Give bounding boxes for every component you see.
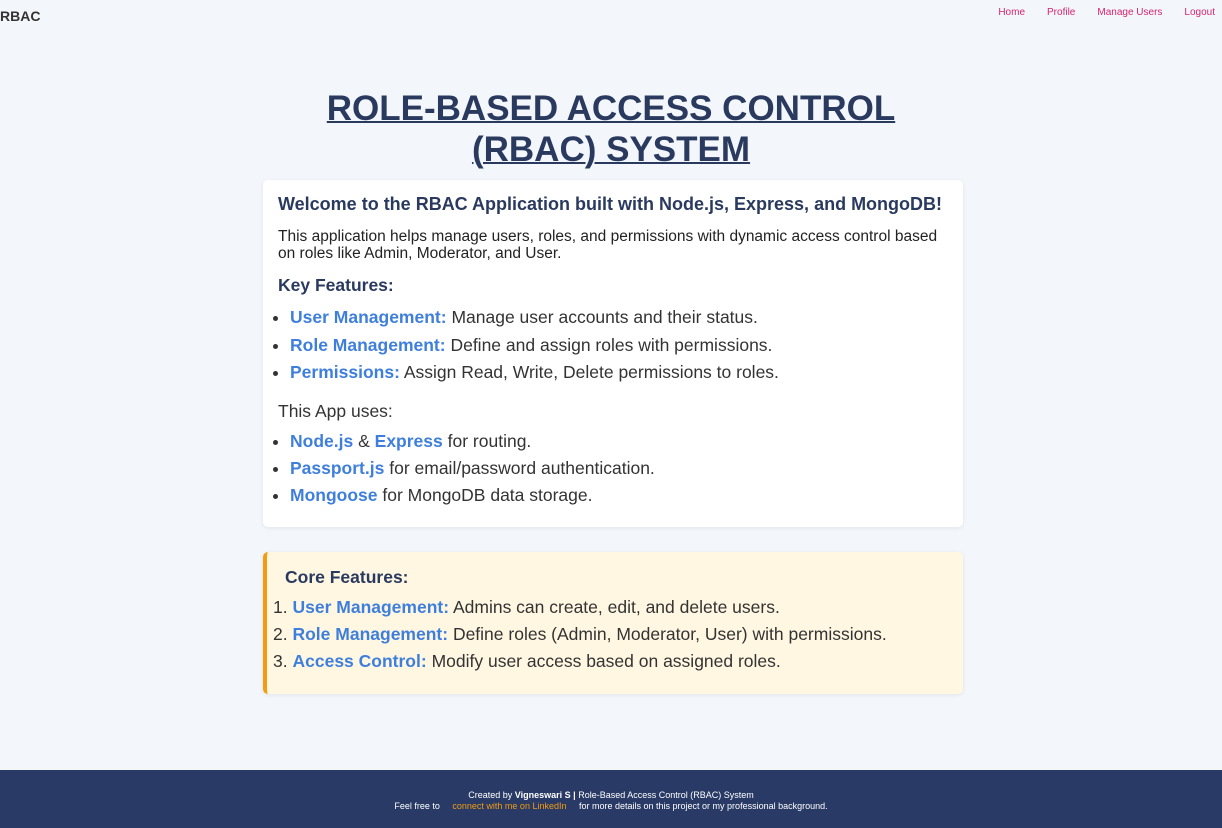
footer-author: Vigneswari S bbox=[514, 790, 571, 800]
core-label: Access Control: bbox=[292, 651, 427, 671]
footer-rest: for more details on this project or my p… bbox=[579, 801, 828, 811]
feature-label: Permissions: bbox=[290, 362, 400, 382]
list-item: 1. User Management: Admins can create, e… bbox=[273, 594, 948, 621]
footer: Created by Vigneswari S | Role-Based Acc… bbox=[0, 770, 1222, 828]
item-number: 1. bbox=[273, 597, 288, 617]
feature-text: Manage user accounts and their status. bbox=[451, 307, 758, 327]
footer-separator: | bbox=[573, 790, 576, 800]
tech-label: Mongoose bbox=[290, 484, 378, 505]
tech-text: for email/password authentication. bbox=[389, 457, 655, 478]
core-label: User Management: bbox=[292, 597, 450, 617]
list-item: Node.js & Express for routing. bbox=[290, 428, 948, 455]
feature-text: Define and assign roles with permissions… bbox=[450, 334, 773, 355]
item-number: 3. bbox=[273, 651, 288, 671]
page-title: ROLE-BASED ACCESS CONTROL (RBAC) SYSTEM bbox=[326, 89, 896, 169]
key-features-heading: Key Features: bbox=[278, 275, 394, 295]
core-features-card: Core Features: 1. User Management: Admin… bbox=[263, 552, 963, 694]
tech-label: Express bbox=[374, 430, 443, 451]
tech-label: Passport.js bbox=[290, 457, 385, 478]
tech-text: for MongoDB data storage. bbox=[382, 484, 593, 505]
core-features-list: 1. User Management: Admins can create, e… bbox=[273, 594, 948, 675]
brand-logo[interactable]: RBAC bbox=[0, 8, 40, 24]
footer-created-by: Created by bbox=[468, 790, 513, 800]
list-item: Mongoose for MongoDB data storage. bbox=[290, 482, 948, 509]
list-item: Permissions: Assign Read, Write, Delete … bbox=[290, 359, 948, 387]
core-text: Define roles (Admin, Moderator, User) wi… bbox=[452, 624, 887, 644]
nav-links: Home Profile Manage Users Logout bbox=[976, 7, 1215, 18]
list-item: User Management: Manage user accounts an… bbox=[290, 304, 948, 332]
list-item: Role Management: Define and assign roles… bbox=[290, 332, 948, 360]
list-item: 3. Access Control: Modify user access ba… bbox=[273, 648, 948, 675]
list-item: 2. Role Management: Define roles (Admin,… bbox=[273, 621, 948, 648]
footer-credit: Created by Vigneswari S | Role-Based Acc… bbox=[0, 790, 1222, 801]
nav-link-logout[interactable]: Logout bbox=[1184, 7, 1215, 18]
nav-link-manage-users[interactable]: Manage Users bbox=[1097, 7, 1162, 18]
uses-heading: This App uses: bbox=[278, 400, 393, 421]
feature-label: User Management: bbox=[290, 307, 447, 327]
list-item: Passport.js for email/password authentic… bbox=[290, 455, 948, 482]
intro-card: Welcome to the RBAC Application built wi… bbox=[263, 180, 963, 527]
footer-feel-free: Feel free to bbox=[394, 801, 440, 811]
uses-list: Node.js & Express for routing. Passport.… bbox=[278, 428, 948, 509]
page-title-container: ROLE-BASED ACCESS CONTROL (RBAC) SYSTEM bbox=[0, 88, 1222, 170]
nav-link-home[interactable]: Home bbox=[998, 7, 1025, 18]
core-label: Role Management: bbox=[292, 624, 449, 644]
footer-contact: Feel free to connect with me on LinkedIn… bbox=[0, 801, 1222, 812]
key-features-list: User Management: Manage user accounts an… bbox=[278, 304, 948, 387]
intro-description: This application helps manage users, rol… bbox=[278, 228, 938, 262]
footer-system: Role-Based Access Control (RBAC) System bbox=[578, 790, 754, 800]
navbar: RBAC Home Profile Manage Users Logout bbox=[0, 0, 1222, 30]
tech-text: for routing. bbox=[447, 430, 532, 451]
nav-link-profile[interactable]: Profile bbox=[1047, 7, 1075, 18]
core-features-heading: Core Features: bbox=[285, 567, 409, 587]
core-text: Admins can create, edit, and delete user… bbox=[452, 597, 780, 617]
intro-heading: Welcome to the RBAC Application built wi… bbox=[278, 194, 943, 214]
feature-text: Assign Read, Write, Delete permissions t… bbox=[403, 362, 779, 382]
tech-separator: & bbox=[358, 430, 370, 451]
core-text: Modify user access based on assigned rol… bbox=[431, 651, 781, 671]
linkedin-link[interactable]: connect with me on LinkedIn bbox=[452, 801, 566, 811]
tech-label: Node.js bbox=[290, 430, 354, 451]
feature-label: Role Management: bbox=[290, 334, 446, 355]
item-number: 2. bbox=[273, 624, 288, 644]
